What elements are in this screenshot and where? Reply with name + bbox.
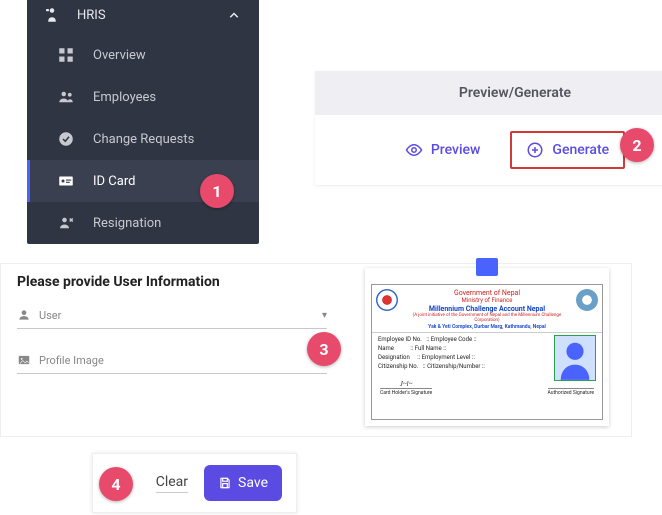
eye-icon	[405, 141, 423, 159]
people-icon	[57, 88, 75, 106]
save-icon	[218, 476, 232, 490]
person-icon	[17, 308, 31, 322]
save-button[interactable]: Save	[204, 465, 282, 501]
badge-clip-icon	[476, 258, 498, 276]
clear-button[interactable]: Clear	[156, 474, 188, 493]
profile-image-field[interactable]: Profile Image	[17, 347, 327, 374]
plus-circle-icon	[526, 141, 544, 159]
sidebar-item-label: Change Requests	[93, 132, 194, 147]
sidebar-item-overview[interactable]: Overview	[27, 34, 259, 76]
profile-image-label: Profile Image	[39, 354, 104, 367]
person-badge-icon	[43, 6, 61, 24]
auth-signature-icon	[548, 381, 594, 388]
sidebar-item-resignation[interactable]: Resignation	[27, 202, 259, 244]
sidebar-item-employees[interactable]: Employees	[27, 76, 259, 118]
preview-generate-panel: Preview/Generate Preview Generate	[315, 71, 662, 185]
nepal-emblem-icon	[376, 289, 398, 311]
generate-label: Generate	[552, 142, 609, 158]
idcard-sub: (A joint initiative of the Government of…	[402, 313, 572, 324]
user-select-label: User	[39, 309, 61, 322]
sidebar-section-hris[interactable]: HRIS	[27, 0, 259, 34]
sidebar-section-label: HRIS	[77, 8, 225, 23]
generate-button[interactable]: Generate	[510, 131, 625, 169]
step-badge-1: 1	[200, 174, 234, 208]
sidebar: HRIS Overview Employees Change Requests …	[27, 0, 259, 244]
auth-sig-label: Authorized Signature	[548, 388, 594, 396]
save-label: Save	[238, 475, 268, 491]
sidebar-item-change-requests[interactable]: Change Requests	[27, 118, 259, 160]
user-info-title: Please provide User Information	[17, 274, 327, 290]
step-badge-3: 3	[307, 332, 341, 366]
dashboard-icon	[57, 46, 75, 64]
idcard-gov: Government of Nepal	[402, 289, 572, 297]
step-badge-4: 4	[99, 467, 133, 501]
preview-generate-title: Preview/Generate	[315, 71, 662, 115]
chevron-up-icon	[225, 6, 243, 24]
idcard-ministry: Ministry of Finance	[402, 297, 572, 304]
holder-signature-icon: J~l~	[380, 381, 432, 388]
holder-sig-label: Card Holder's Signature	[380, 388, 432, 396]
check-circle-icon	[57, 130, 75, 148]
chevron-down-icon: ▾	[322, 310, 327, 321]
mcc-emblem-icon	[576, 289, 598, 311]
idcard-addr: Yak & Yeti Complex, Durbar Marg, Kathman…	[402, 324, 572, 330]
image-icon	[17, 353, 31, 367]
sidebar-item-label: ID Card	[93, 174, 135, 189]
person-remove-icon	[57, 214, 75, 232]
preview-generate-actions: Preview Generate	[315, 115, 662, 185]
preview-button[interactable]: Preview	[405, 141, 481, 159]
user-select[interactable]: User ▾	[17, 302, 327, 329]
sidebar-item-label: Overview	[93, 48, 146, 63]
id-photo-placeholder	[554, 335, 596, 381]
step-badge-2: 2	[620, 128, 654, 162]
id-card-icon	[57, 172, 75, 190]
preview-label: Preview	[431, 142, 481, 158]
sidebar-item-label: Employees	[93, 90, 156, 105]
idcard-org: Millennium Challenge Account Nepal	[402, 305, 572, 313]
sidebar-item-label: Resignation	[93, 216, 161, 231]
id-card-preview: Government of Nepal Ministry of Finance …	[365, 268, 609, 426]
